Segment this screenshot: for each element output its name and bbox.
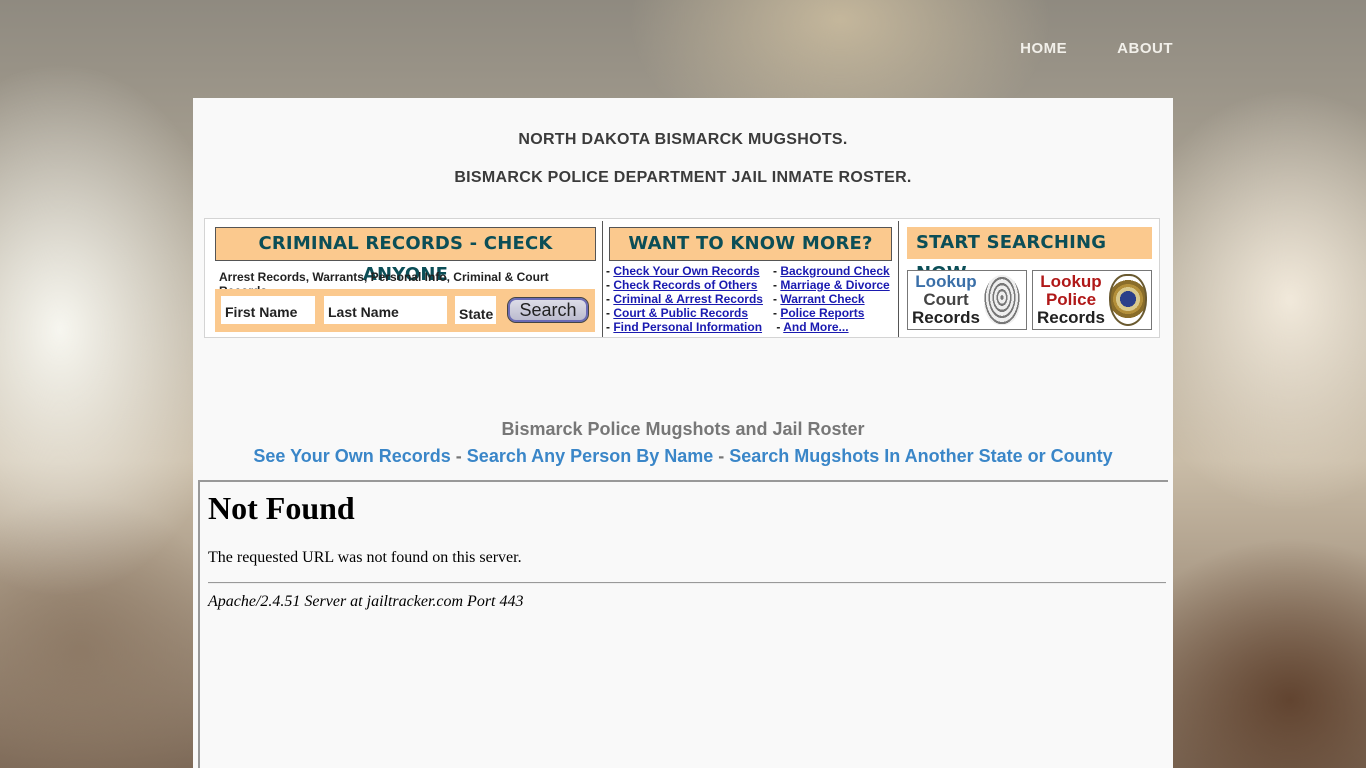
records-banner: CRIMINAL RECORDS - CHECK ANYONE Arrest R… bbox=[204, 218, 1160, 338]
want-to-know-more-title[interactable]: WANT TO KNOW MORE? bbox=[609, 227, 892, 261]
fingerprint-icon bbox=[984, 275, 1020, 325]
check-records-of-others-link[interactable]: Check Records of Others bbox=[613, 278, 757, 292]
lookup-court-line1: Lookup bbox=[915, 272, 977, 291]
warrant-check-link[interactable]: Warrant Check bbox=[780, 292, 864, 306]
lookup-court-line2: Court bbox=[923, 290, 969, 309]
more-link-row: - Find Personal Information bbox=[606, 320, 763, 334]
lookup-court-records-button[interactable]: Lookup Court Records bbox=[907, 270, 1027, 330]
more-links-left: - Check Your Own Records - Check Records… bbox=[606, 264, 763, 334]
criminal-records-title[interactable]: CRIMINAL RECORDS - CHECK ANYONE bbox=[215, 227, 596, 285]
last-name-field[interactable]: Last Name bbox=[324, 296, 447, 324]
search-person-by-name-link[interactable]: Search Any Person By Name bbox=[467, 446, 713, 466]
lookup-court-label: Lookup Court Records bbox=[908, 273, 984, 327]
court-public-records-link[interactable]: Court & Public Records bbox=[613, 306, 748, 320]
content-panel: NORTH DAKOTA BISMARCK MUGSHOTS. BISMARCK… bbox=[193, 98, 1173, 768]
not-found-message: The requested URL was not found on this … bbox=[208, 549, 522, 566]
more-link-row: - Check Records of Others bbox=[606, 278, 758, 292]
lookup-police-line2: Police bbox=[1045, 290, 1097, 309]
server-address: Apache/2.4.51 Server at jailtracker.com … bbox=[208, 593, 524, 610]
nav-about-link[interactable]: ABOUT bbox=[1117, 40, 1173, 57]
nav-home-link[interactable]: HOME bbox=[1020, 40, 1067, 57]
more-link-row: - Warrant Check bbox=[773, 292, 865, 306]
not-found-heading: Not Found bbox=[208, 490, 355, 526]
state-field[interactable]: State bbox=[455, 296, 496, 324]
link-separator: - bbox=[713, 446, 730, 466]
top-nav: HOME ABOUT bbox=[1020, 40, 1173, 57]
more-link-row: - Check Your Own Records bbox=[606, 264, 760, 278]
start-searching-section: START SEARCHING NOW Lookup Court Records… bbox=[899, 219, 1159, 337]
first-name-field[interactable]: First Name bbox=[221, 296, 315, 324]
check-own-records-link[interactable]: Check Your Own Records bbox=[613, 264, 759, 278]
name-search-bar: First Name Last Name State Search bbox=[215, 289, 595, 332]
more-link-row: - And More... bbox=[773, 320, 849, 334]
search-button[interactable]: Search bbox=[507, 297, 589, 323]
police-reports-link[interactable]: Police Reports bbox=[780, 306, 864, 320]
lookup-police-label: Lookup Police Records bbox=[1033, 273, 1109, 327]
criminal-records-section: CRIMINAL RECORDS - CHECK ANYONE Arrest R… bbox=[205, 219, 602, 337]
more-link-row: - Marriage & Divorce bbox=[773, 278, 890, 292]
police-badge-icon bbox=[1109, 274, 1147, 326]
records-link-line: See Your Own Records - Search Any Person… bbox=[193, 446, 1173, 467]
and-more-link[interactable]: And More... bbox=[783, 320, 848, 334]
lookup-police-line3: Records bbox=[1036, 308, 1106, 327]
start-searching-title[interactable]: START SEARCHING NOW bbox=[907, 227, 1152, 284]
lookup-police-line1: Lookup bbox=[1040, 272, 1102, 291]
background-check-link[interactable]: Background Check bbox=[780, 264, 889, 278]
marriage-divorce-link[interactable]: Marriage & Divorce bbox=[780, 278, 889, 292]
embedded-roster-frame[interactable]: Not Found The requested URL was not foun… bbox=[198, 480, 1168, 768]
link-separator: - bbox=[450, 446, 467, 466]
lookup-court-line3: Records bbox=[911, 308, 981, 327]
more-link-row: - Background Check bbox=[773, 264, 890, 278]
see-own-records-link[interactable]: See Your Own Records bbox=[253, 446, 450, 466]
more-links-right: - Background Check - Marriage & Divorce … bbox=[773, 264, 890, 334]
not-found-divider bbox=[208, 582, 1166, 584]
more-link-row: - Police Reports bbox=[773, 306, 865, 320]
page-heading-line2: BISMARCK POLICE DEPARTMENT JAIL INMATE R… bbox=[454, 169, 912, 186]
more-link-row: - Criminal & Arrest Records bbox=[606, 292, 763, 306]
criminal-arrest-records-link[interactable]: Criminal & Arrest Records bbox=[613, 292, 763, 306]
want-to-know-more-section: WANT TO KNOW MORE? - Check Your Own Reco… bbox=[603, 219, 898, 337]
lookup-police-records-button[interactable]: Lookup Police Records bbox=[1032, 270, 1152, 330]
find-personal-information-link[interactable]: Find Personal Information bbox=[613, 320, 762, 334]
mugshots-title: Bismarck Police Mugshots and Jail Roster bbox=[501, 419, 865, 439]
more-link-row: - Court & Public Records bbox=[606, 306, 749, 320]
search-another-state-link[interactable]: Search Mugshots In Another State or Coun… bbox=[729, 446, 1112, 466]
page-heading-line1: NORTH DAKOTA BISMARCK MUGSHOTS. bbox=[518, 131, 848, 148]
